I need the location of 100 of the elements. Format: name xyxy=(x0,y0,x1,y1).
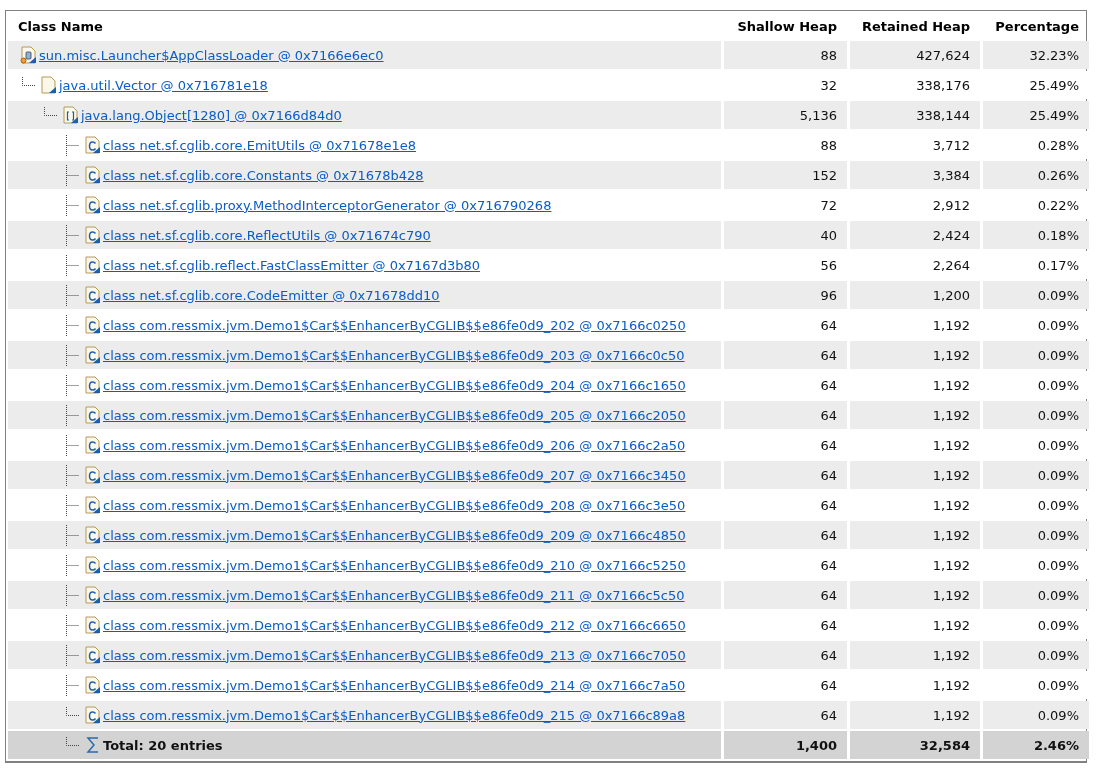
object-link[interactable]: class com.ressmix.jvm.Demo1$Car$$EnhancerByCGLIB$$e86fe0d9_204 @ 0x7166c1650 xyxy=(103,377,686,393)
table-cell: 1,192 xyxy=(932,377,970,393)
table-cell: 64 xyxy=(820,317,837,333)
tree-connector xyxy=(44,107,57,116)
class-icon xyxy=(84,345,102,365)
table-cell: 32.23% xyxy=(1029,47,1079,63)
table-cell: 0.28% xyxy=(1037,137,1079,153)
table-cell: 0.09% xyxy=(1037,677,1079,693)
table-cell: 0.17% xyxy=(1037,257,1079,273)
object-link[interactable]: class com.ressmix.jvm.Demo1$Car$$EnhancerByCGLIB$$e86fe0d9_208 @ 0x7166c3e50 xyxy=(103,497,686,513)
object-icon xyxy=(40,75,58,95)
table-cell: 64 xyxy=(820,347,837,363)
tree-connector xyxy=(66,405,79,427)
table-cell: 1,200 xyxy=(932,287,970,303)
class-icon xyxy=(84,195,102,215)
class-icon xyxy=(84,705,102,725)
array-icon xyxy=(62,105,80,125)
column-header[interactable]: Shallow Heap xyxy=(724,11,847,41)
class-icon xyxy=(84,555,102,575)
table-cell: 0.09% xyxy=(1037,467,1079,483)
object-link[interactable]: class com.ressmix.jvm.Demo1$Car$$EnhancerByCGLIB$$e86fe0d9_210 @ 0x7166c5250 xyxy=(103,557,686,573)
table-cell: 0.18% xyxy=(1037,227,1079,243)
object-link[interactable]: class com.ressmix.jvm.Demo1$Car$$EnhancerByCGLIB$$e86fe0d9_212 @ 0x7166c6650 xyxy=(103,617,686,633)
table-cell: 0.09% xyxy=(1037,497,1079,513)
table-cell: 88 xyxy=(820,137,837,153)
table-cell: 32 xyxy=(820,77,837,93)
tree-connector xyxy=(66,315,79,337)
class-icon xyxy=(84,615,102,635)
table-cell: 64 xyxy=(820,707,837,723)
tree-connector xyxy=(66,707,79,716)
table-cell: 1,192 xyxy=(932,557,970,573)
table-cell: 64 xyxy=(820,527,837,543)
table-cell: 5,136 xyxy=(799,107,837,123)
object-link[interactable]: class com.ressmix.jvm.Demo1$Car$$EnhancerByCGLIB$$e86fe0d9_214 @ 0x7166c7a50 xyxy=(103,677,686,693)
class-icon xyxy=(84,435,102,455)
table-cell: 0.09% xyxy=(1037,647,1079,663)
table-cell: 1,192 xyxy=(932,347,970,363)
table-cell: 64 xyxy=(820,647,837,663)
object-link[interactable]: java.util.Vector @ 0x716781e18 xyxy=(59,77,268,93)
table-cell: 152 xyxy=(812,167,837,183)
table-cell: 1,192 xyxy=(932,617,970,633)
table-cell: 25.49% xyxy=(1029,77,1079,93)
class-icon xyxy=(84,315,102,335)
total-cell: 2.46% xyxy=(1033,737,1079,753)
table-cell: 64 xyxy=(820,497,837,513)
object-link[interactable]: class com.ressmix.jvm.Demo1$Car$$EnhancerByCGLIB$$e86fe0d9_202 @ 0x7166c0250 xyxy=(103,317,686,333)
table-cell: 0.09% xyxy=(1037,527,1079,543)
table-cell: 0.09% xyxy=(1037,437,1079,453)
table-cell: 72 xyxy=(820,197,837,213)
class-icon xyxy=(84,165,102,185)
tree-connector xyxy=(66,525,79,547)
table-cell: 96 xyxy=(820,287,837,303)
table-cell: 0.09% xyxy=(1037,707,1079,723)
tree-connector xyxy=(66,345,79,367)
class-icon xyxy=(84,645,102,665)
object-link[interactable]: class net.sf.cglib.core.EmitUtils @ 0x71678e1e8 xyxy=(103,137,417,153)
table-cell: 338,144 xyxy=(916,107,970,123)
table-cell: 64 xyxy=(820,617,837,633)
tree-connector xyxy=(66,255,79,277)
tree-connector xyxy=(66,675,79,697)
tree-connector xyxy=(66,585,79,607)
table-cell: 0.09% xyxy=(1037,317,1079,333)
table-cell: 2,424 xyxy=(932,227,970,243)
table-cell: 0.22% xyxy=(1037,197,1079,213)
total-cell: 1,400 xyxy=(795,737,837,753)
table-cell: 2,912 xyxy=(932,197,970,213)
table-cell: 1,192 xyxy=(932,647,970,663)
tree-connector xyxy=(22,77,35,86)
object-link[interactable]: class net.sf.cglib.reflect.FastClassEmitter @ 0x7167d3b80 xyxy=(103,257,480,273)
table-cell: 64 xyxy=(820,377,837,393)
class-icon xyxy=(84,495,102,515)
tree-connector xyxy=(66,495,79,517)
tree-connector xyxy=(66,135,79,157)
total-label: Total: 20 entries xyxy=(103,737,223,753)
table-cell: 64 xyxy=(820,557,837,573)
tree-connector xyxy=(66,465,79,487)
object-link[interactable]: class com.ressmix.jvm.Demo1$Car$$EnhancerByCGLIB$$e86fe0d9_206 @ 0x7166c2a50 xyxy=(103,437,686,453)
class-icon xyxy=(84,465,102,485)
table-cell: 0.26% xyxy=(1037,167,1079,183)
table-cell: 1,192 xyxy=(932,467,970,483)
table-cell: 3,712 xyxy=(932,137,970,153)
tree-connector xyxy=(66,737,79,746)
column-header[interactable]: Retained Heap xyxy=(850,11,980,41)
column-header[interactable]: Percentage xyxy=(983,11,1089,41)
table-cell: 1,192 xyxy=(932,707,970,723)
table-cell: 1,192 xyxy=(932,527,970,543)
table-cell: 338,176 xyxy=(916,77,970,93)
tree-connector xyxy=(66,615,79,637)
class-icon xyxy=(84,135,102,155)
tree-connector xyxy=(66,555,79,577)
table-cell: 1,192 xyxy=(932,407,970,423)
table-cell: 1,192 xyxy=(932,437,970,453)
column-header[interactable]: Class Name xyxy=(8,11,721,41)
tree-connector xyxy=(66,645,79,667)
object-link[interactable]: class net.sf.cglib.proxy.MethodInterceptorGenerator @ 0x716790268 xyxy=(103,197,552,213)
table-cell: 64 xyxy=(820,407,837,423)
tree-connector xyxy=(66,435,79,457)
table-cell: 1,192 xyxy=(932,587,970,603)
tree-connector xyxy=(66,375,79,397)
table-cell: 0.09% xyxy=(1037,347,1079,363)
